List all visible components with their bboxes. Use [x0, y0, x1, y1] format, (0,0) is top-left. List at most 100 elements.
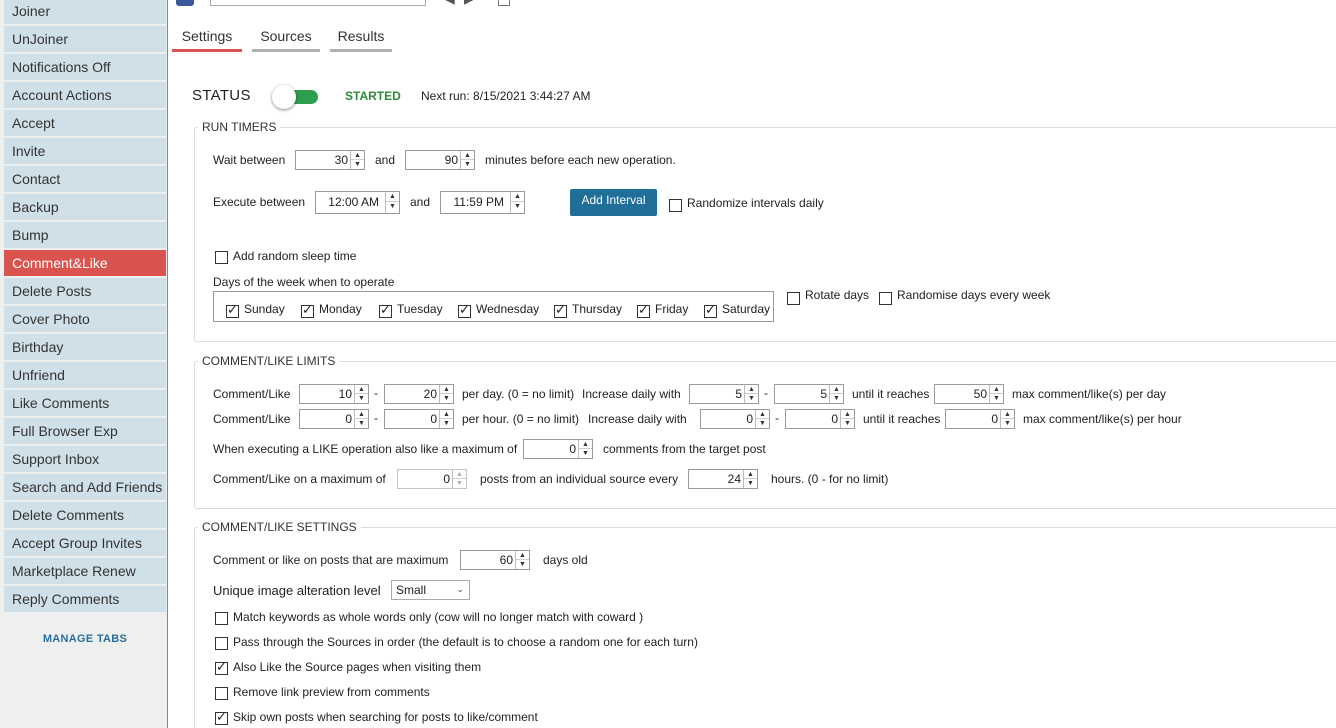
- image-alteration-select[interactable]: Small ⌄: [391, 580, 470, 600]
- randomize-intervals-checkbox[interactable]: [669, 199, 682, 212]
- like-op-stepper[interactable]: 0 ▲ ▼: [523, 439, 593, 459]
- daily-inc-min-stepper[interactable]: 5 ▲ ▼: [689, 384, 759, 404]
- sidebar-item-account-actions[interactable]: Account Actions: [4, 82, 166, 108]
- decrement-icon[interactable]: ▼: [453, 479, 466, 488]
- account-input[interactable]: [210, 0, 426, 6]
- decrement-icon[interactable]: ▼: [511, 202, 524, 212]
- hourly-min-stepper[interactable]: 0 ▲ ▼: [299, 409, 369, 429]
- day-thursday-checkbox[interactable]: [554, 303, 567, 318]
- increment-icon[interactable]: ▲: [744, 470, 757, 479]
- daily-max-stepper[interactable]: 20 ▲ ▼: [384, 384, 454, 404]
- hourly-inc-min-stepper[interactable]: 0 ▲ ▼: [700, 409, 770, 429]
- day-tuesday-checkbox[interactable]: [379, 303, 392, 318]
- exec-start-time[interactable]: 12:00 AM ▲ ▼: [315, 191, 400, 214]
- increment-icon[interactable]: ▲: [453, 470, 466, 479]
- decrement-icon[interactable]: ▼: [355, 394, 368, 403]
- decrement-icon[interactable]: ▼: [355, 419, 368, 428]
- wait-min-stepper[interactable]: 30 ▲ ▼: [295, 150, 365, 170]
- random-sleep-checkbox[interactable]: [215, 251, 228, 264]
- hourly-inc-max-stepper[interactable]: 0 ▲ ▼: [785, 409, 855, 429]
- sidebar-item-joiner[interactable]: Joiner: [4, 0, 166, 24]
- sidebar-item-unfriend[interactable]: Unfriend: [4, 362, 166, 388]
- sidebar-item-support-inbox[interactable]: Support Inbox: [4, 446, 166, 472]
- sidebar-item-birthday[interactable]: Birthday: [4, 334, 166, 360]
- sidebar-item-cover-photo[interactable]: Cover Photo: [4, 306, 166, 332]
- status-toggle[interactable]: [272, 85, 318, 109]
- decrement-icon[interactable]: ▼: [461, 160, 474, 169]
- forward-arrow-icon[interactable]: ▶: [464, 0, 475, 7]
- sidebar-item-delete-posts[interactable]: Delete Posts: [4, 278, 166, 304]
- decrement-icon[interactable]: ▼: [1001, 419, 1014, 428]
- decrement-icon[interactable]: ▼: [440, 419, 453, 428]
- decrement-icon[interactable]: ▼: [516, 560, 529, 569]
- increment-icon[interactable]: ▲: [355, 410, 368, 419]
- increment-icon[interactable]: ▲: [516, 551, 529, 560]
- sidebar-item-like-comments[interactable]: Like Comments: [4, 390, 166, 416]
- hourly-max-stepper[interactable]: 0 ▲ ▼: [384, 409, 454, 429]
- increment-icon[interactable]: ▲: [440, 410, 453, 419]
- increment-icon[interactable]: ▲: [841, 410, 854, 419]
- daily-cap-stepper[interactable]: 50 ▲ ▼: [934, 384, 1004, 404]
- randomise-days-checkbox[interactable]: [879, 292, 892, 305]
- day-friday-checkbox[interactable]: [637, 303, 650, 318]
- sidebar-item-reply-comments[interactable]: Reply Comments: [4, 586, 166, 612]
- sidebar-item-accept-group-invites[interactable]: Accept Group Invites: [4, 530, 166, 556]
- like-source-pages-checkbox[interactable]: [215, 660, 228, 675]
- increment-icon[interactable]: ▲: [579, 440, 592, 449]
- decrement-icon[interactable]: ▼: [830, 394, 843, 403]
- day-saturday-checkbox[interactable]: [704, 303, 717, 318]
- wait-max-stepper[interactable]: 90 ▲ ▼: [405, 150, 475, 170]
- increment-icon[interactable]: ▲: [355, 385, 368, 394]
- sidebar-item-accept[interactable]: Accept: [4, 110, 166, 136]
- sidebar-item-marketplace-renew[interactable]: Marketplace Renew: [4, 558, 166, 584]
- decrement-icon[interactable]: ▼: [990, 394, 1003, 403]
- tab-settings[interactable]: Settings: [172, 22, 242, 52]
- sidebar-item-contact[interactable]: Contact: [4, 166, 166, 192]
- remove-link-preview-checkbox[interactable]: [215, 687, 228, 700]
- sidebar-item-full-browser-exp[interactable]: Full Browser Exp: [4, 418, 166, 444]
- top-checkbox[interactable]: [498, 0, 510, 6]
- back-arrow-icon[interactable]: ◀: [444, 0, 455, 7]
- increment-icon[interactable]: ▲: [511, 192, 524, 202]
- daily-min-stepper[interactable]: 10 ▲ ▼: [299, 384, 369, 404]
- hourly-cap-stepper[interactable]: 0 ▲ ▼: [945, 409, 1015, 429]
- decrement-icon[interactable]: ▼: [579, 449, 592, 458]
- max-posts-stepper[interactable]: 0 ▲ ▼: [397, 469, 467, 489]
- pass-sources-order-checkbox[interactable]: [215, 637, 228, 650]
- rotate-days-checkbox[interactable]: [787, 292, 800, 305]
- add-interval-button[interactable]: Add Interval: [570, 189, 657, 216]
- decrement-icon[interactable]: ▼: [756, 419, 769, 428]
- increment-icon[interactable]: ▲: [351, 151, 364, 160]
- decrement-icon[interactable]: ▼: [351, 160, 364, 169]
- day-sunday-checkbox[interactable]: [226, 303, 239, 318]
- sidebar-item-search-add-friends[interactable]: Search and Add Friends: [4, 474, 166, 500]
- manage-tabs-link[interactable]: MANAGE TABS: [4, 633, 166, 645]
- hours-stepper[interactable]: 24 ▲ ▼: [688, 469, 758, 489]
- exec-end-time[interactable]: 11:59 PM ▲ ▼: [440, 191, 525, 214]
- match-keywords-checkbox[interactable]: [215, 612, 228, 625]
- sidebar-item-bump[interactable]: Bump: [4, 222, 166, 248]
- sidebar-item-invite[interactable]: Invite: [4, 138, 166, 164]
- increment-icon[interactable]: ▲: [830, 385, 843, 394]
- sidebar-item-notifications-off[interactable]: Notifications Off: [4, 54, 166, 80]
- increment-icon[interactable]: ▲: [386, 192, 399, 202]
- increment-icon[interactable]: ▲: [990, 385, 1003, 394]
- increment-icon[interactable]: ▲: [440, 385, 453, 394]
- decrement-icon[interactable]: ▼: [744, 479, 757, 488]
- sidebar-item-comment-like[interactable]: Comment&Like: [4, 250, 166, 276]
- decrement-icon[interactable]: ▼: [440, 394, 453, 403]
- decrement-icon[interactable]: ▼: [841, 419, 854, 428]
- day-monday-checkbox[interactable]: [301, 303, 314, 318]
- increment-icon[interactable]: ▲: [461, 151, 474, 160]
- decrement-icon[interactable]: ▼: [386, 202, 399, 212]
- day-wednesday-checkbox[interactable]: [458, 303, 471, 318]
- decrement-icon[interactable]: ▼: [745, 394, 758, 403]
- increment-icon[interactable]: ▲: [745, 385, 758, 394]
- increment-icon[interactable]: ▲: [756, 410, 769, 419]
- skip-own-posts-checkbox[interactable]: [215, 710, 228, 725]
- increment-icon[interactable]: ▲: [1001, 410, 1014, 419]
- tab-sources[interactable]: Sources: [252, 22, 320, 52]
- sidebar-item-delete-comments[interactable]: Delete Comments: [4, 502, 166, 528]
- daily-inc-max-stepper[interactable]: 5 ▲ ▼: [774, 384, 844, 404]
- max-age-stepper[interactable]: 60 ▲ ▼: [460, 550, 530, 570]
